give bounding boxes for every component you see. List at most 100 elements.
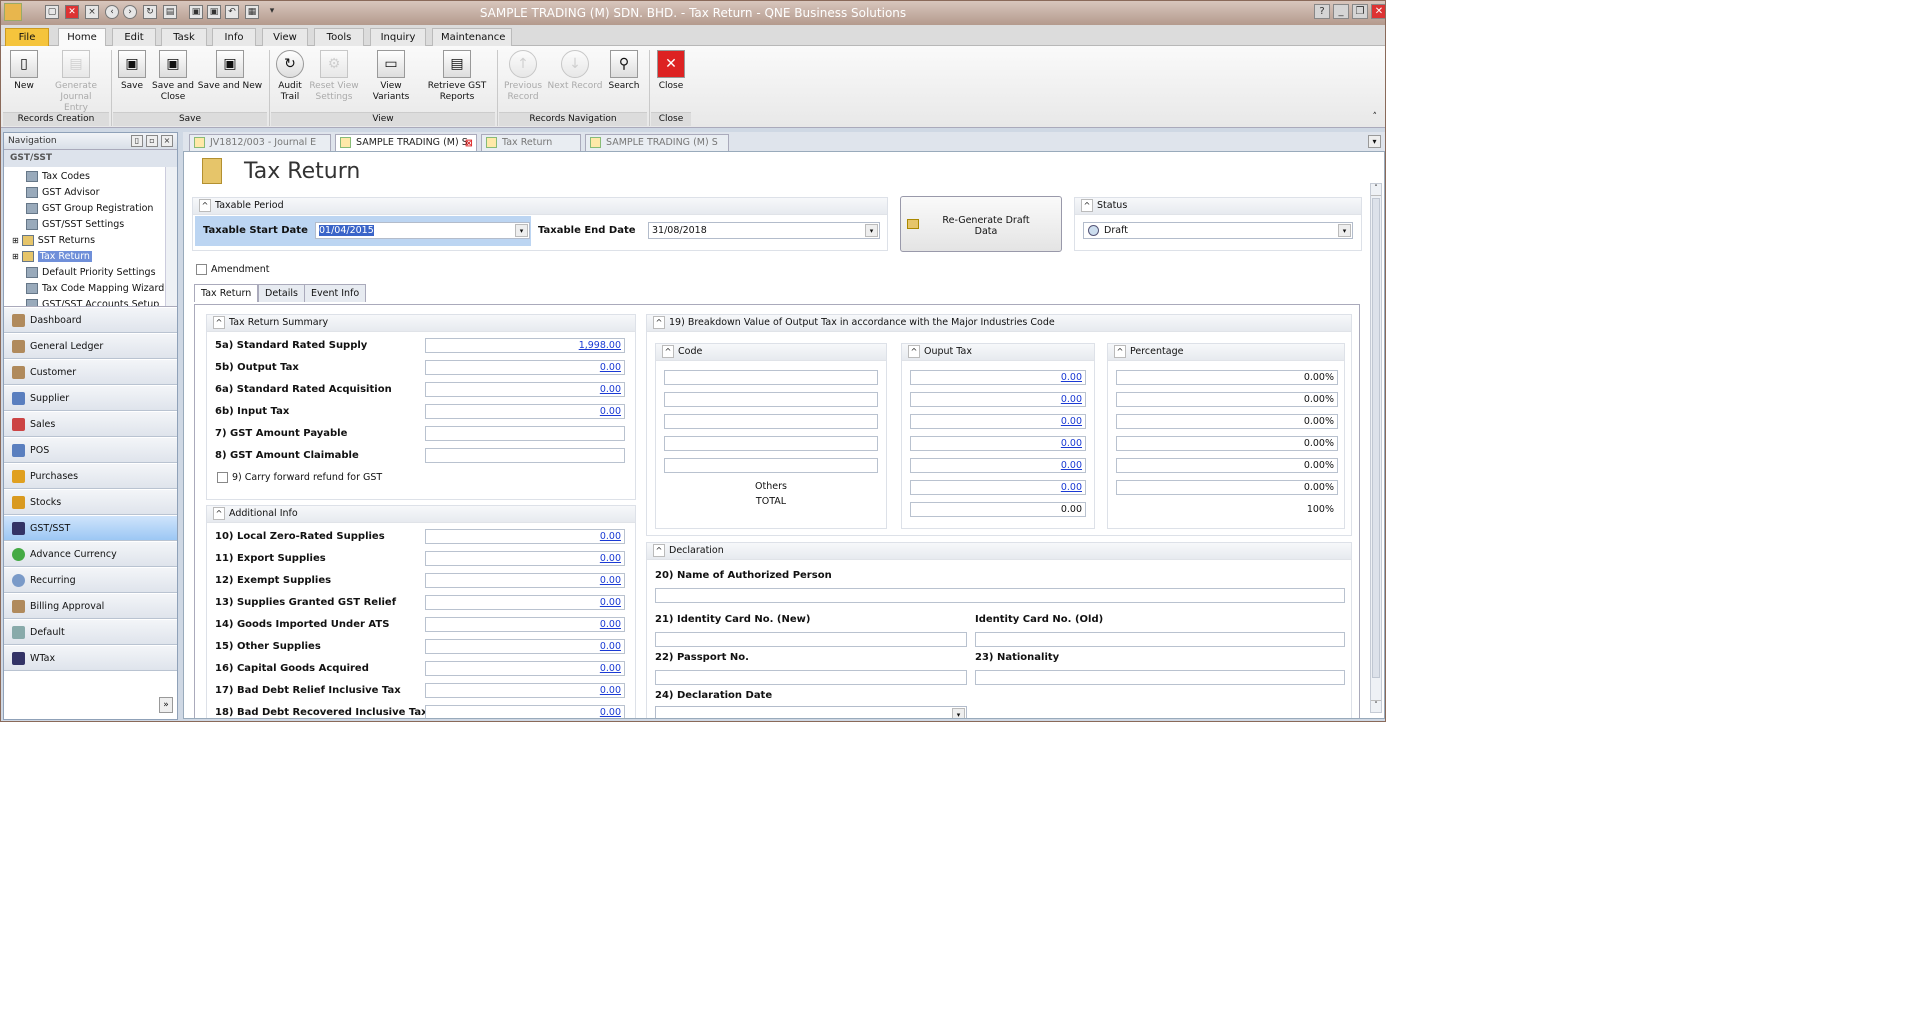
tree-item-accounts-setup[interactable]: GST/SST Accounts Setup bbox=[26, 297, 159, 306]
code-field[interactable] bbox=[664, 392, 878, 407]
additional-field[interactable]: 0.00 bbox=[425, 573, 625, 588]
module-recurring[interactable]: Recurring bbox=[4, 568, 177, 593]
percentage-header[interactable]: Percentage bbox=[1108, 344, 1344, 361]
reset-view-button[interactable]: ⚙ Reset View Settings bbox=[309, 50, 359, 103]
authorized-person-field[interactable] bbox=[655, 588, 1345, 603]
module-dashboard[interactable]: Dashboard bbox=[4, 308, 177, 333]
new-button[interactable]: ▯ New bbox=[7, 50, 41, 92]
view-variants-button[interactable]: ▭ View Variants bbox=[361, 50, 421, 103]
doc-tab-sample-trading[interactable]: SAMPLE TRADING (M) S bbox=[585, 134, 729, 151]
generate-journal-button[interactable]: ▤ Generate Journal Entry bbox=[49, 50, 103, 114]
module-gst-sst[interactable]: GST/SST bbox=[4, 516, 177, 541]
search-button[interactable]: ⚲ Search bbox=[605, 50, 643, 92]
output-tax-header[interactable]: Ouput Tax bbox=[902, 344, 1094, 361]
doc-tab-tax-return[interactable]: Tax Return bbox=[481, 134, 581, 151]
additional-field[interactable]: 0.00 bbox=[425, 705, 625, 718]
module-sales[interactable]: Sales bbox=[4, 412, 177, 437]
tree-item-tax-code-mapping[interactable]: Tax Code Mapping Wizard bbox=[26, 281, 164, 297]
calendar-dropdown-icon[interactable]: ▾ bbox=[952, 708, 965, 718]
code-field[interactable] bbox=[664, 436, 878, 451]
subtab-tax-return[interactable]: Tax Return bbox=[194, 284, 259, 302]
additional-field[interactable]: 0.00 bbox=[425, 595, 625, 610]
nav-pin-icon[interactable]: ▯ bbox=[131, 135, 143, 147]
scroll-down-icon[interactable]: ˅ bbox=[1371, 700, 1381, 712]
expand-icon[interactable]: ⊞ bbox=[12, 252, 19, 261]
tree-item-gst-sst-settings[interactable]: GST/SST Settings bbox=[26, 217, 124, 233]
audit-trail-button[interactable]: ↻ Audit Trail bbox=[273, 50, 307, 103]
summary-header[interactable]: Tax Return Summary bbox=[207, 315, 635, 332]
tabs-dropdown-icon[interactable]: ▾ bbox=[1368, 135, 1381, 148]
doc-tab-tax-return-active[interactable]: SAMPLE TRADING (M) S ⊠ bbox=[335, 134, 477, 151]
output-tax-value[interactable]: 0.00 bbox=[910, 436, 1086, 451]
subtab-details[interactable]: Details bbox=[258, 284, 305, 302]
additional-info-header[interactable]: Additional Info bbox=[207, 506, 635, 523]
module-wtax[interactable]: WTax bbox=[4, 646, 177, 671]
status-dropdown-icon[interactable]: ▾ bbox=[1338, 224, 1351, 237]
doc-tab-journal[interactable]: JV1812/003 - Journal E bbox=[189, 134, 331, 151]
declaration-header[interactable]: Declaration bbox=[647, 543, 1351, 560]
end-date-field[interactable]: 31/08/2018 ▾ bbox=[648, 222, 880, 239]
output-tax-value[interactable]: 0.00 bbox=[910, 370, 1086, 385]
tree-item-gst-group-registration[interactable]: GST Group Registration bbox=[26, 201, 153, 217]
output-tax-value[interactable]: 0.00 bbox=[910, 458, 1086, 473]
tab-tools[interactable]: Tools bbox=[314, 28, 364, 46]
tree-item-gst-advisor[interactable]: GST Advisor bbox=[26, 185, 100, 201]
declaration-date-field[interactable]: ▾ bbox=[655, 706, 967, 718]
module-general-ledger[interactable]: General Ledger bbox=[4, 334, 177, 359]
standard-rated-supply-field[interactable]: 1,998.00 bbox=[425, 338, 625, 353]
nav-close-icon[interactable]: × bbox=[161, 135, 173, 147]
calendar-dropdown-icon[interactable]: ▾ bbox=[515, 224, 528, 237]
code-field[interactable] bbox=[664, 370, 878, 385]
close-tab-icon[interactable]: ⊠ bbox=[465, 136, 473, 151]
next-record-button[interactable]: ↓ Next Record bbox=[547, 50, 603, 92]
retrieve-gst-button[interactable]: ▤ Retrieve GST Reports bbox=[425, 50, 489, 103]
module-supplier[interactable]: Supplier bbox=[4, 386, 177, 411]
tab-home[interactable]: Home bbox=[58, 28, 106, 46]
taxable-period-header[interactable]: Taxable Period bbox=[193, 198, 887, 215]
form-scrollbar[interactable]: ˄ ˅ bbox=[1370, 183, 1382, 713]
ic-old-field[interactable] bbox=[975, 632, 1345, 647]
save-new-button[interactable]: ▣ Save and New bbox=[197, 50, 263, 92]
module-billing-approval[interactable]: Billing Approval bbox=[4, 594, 177, 619]
close-button[interactable]: ✕ Close bbox=[653, 50, 689, 92]
additional-field[interactable]: 0.00 bbox=[425, 683, 625, 698]
tree-item-tax-codes[interactable]: Tax Codes bbox=[26, 169, 90, 185]
tab-view[interactable]: View bbox=[262, 28, 308, 46]
code-field[interactable] bbox=[664, 458, 878, 473]
nationality-field[interactable] bbox=[975, 670, 1345, 685]
regenerate-draft-button[interactable]: Re-Generate Draft Data bbox=[900, 196, 1062, 252]
module-default[interactable]: Default bbox=[4, 620, 177, 645]
module-purchases[interactable]: Purchases bbox=[4, 464, 177, 489]
subtab-event-info[interactable]: Event Info bbox=[304, 284, 367, 302]
module-advance-currency[interactable]: Advance Currency bbox=[4, 542, 177, 567]
code-field[interactable] bbox=[664, 414, 878, 429]
additional-field[interactable]: 0.00 bbox=[425, 639, 625, 654]
calendar-dropdown-icon[interactable]: ▾ bbox=[865, 224, 878, 237]
tab-task[interactable]: Task bbox=[161, 28, 207, 46]
save-button[interactable]: ▣ Save bbox=[115, 50, 149, 92]
output-tax-value[interactable]: 0.00 bbox=[910, 414, 1086, 429]
tab-inquiry[interactable]: Inquiry bbox=[370, 28, 426, 46]
minimize-button[interactable]: _ bbox=[1333, 4, 1349, 19]
module-customer[interactable]: Customer bbox=[4, 360, 177, 385]
additional-field[interactable]: 0.00 bbox=[425, 661, 625, 676]
tab-maintenance[interactable]: Maintenance bbox=[432, 28, 512, 46]
code-header[interactable]: Code bbox=[656, 344, 886, 361]
nav-more-icon[interactable]: » bbox=[159, 697, 173, 713]
status-select[interactable]: Draft ▾ bbox=[1083, 222, 1353, 239]
help-icon[interactable]: ? bbox=[1314, 4, 1330, 19]
tree-item-sst-returns[interactable]: ⊞ SST Returns bbox=[12, 233, 95, 249]
additional-field[interactable]: 0.00 bbox=[425, 617, 625, 632]
standard-rated-acquisition-field[interactable]: 0.00 bbox=[425, 382, 625, 397]
tree-item-tax-return[interactable]: ⊞ Tax Return bbox=[12, 249, 92, 265]
output-tax-value[interactable]: 0.00 bbox=[910, 392, 1086, 407]
amendment-checkbox[interactable] bbox=[196, 264, 207, 275]
output-tax-field[interactable]: 0.00 bbox=[425, 360, 625, 375]
module-pos[interactable]: POS bbox=[4, 438, 177, 463]
tab-edit[interactable]: Edit bbox=[112, 28, 156, 46]
carry-forward-checkbox[interactable] bbox=[217, 472, 228, 483]
tree-scrollbar[interactable] bbox=[165, 167, 177, 306]
tab-file[interactable]: File bbox=[5, 28, 49, 46]
ic-new-field[interactable] bbox=[655, 632, 967, 647]
restore-button[interactable]: ❐ bbox=[1352, 4, 1368, 19]
